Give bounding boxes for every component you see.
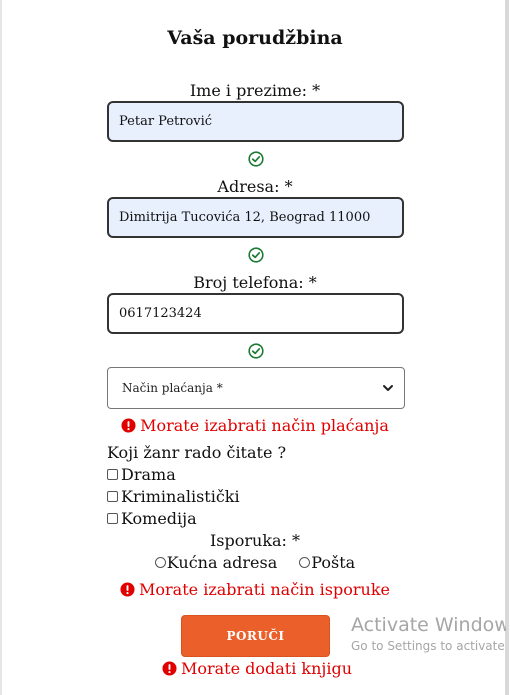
genre-checkbox-drama[interactable] (107, 469, 118, 480)
name-valid-check-icon (248, 151, 264, 167)
error-icon (162, 661, 177, 676)
delivery-label-home: Kućna adresa (166, 553, 278, 572)
delivery-option-home[interactable]: Kućna adresa (154, 553, 278, 572)
genre-option-comedy[interactable]: Komedija (107, 509, 197, 528)
error-icon (121, 418, 136, 433)
watermark-title: Activate Windows (351, 614, 506, 636)
phone-label: Broj telefona: * (193, 273, 317, 292)
genre-checkbox-crime[interactable] (107, 491, 118, 502)
genre-checkbox-comedy[interactable] (107, 513, 118, 524)
address-label: Adresa: * (217, 177, 293, 196)
delivery-radio-post[interactable] (299, 557, 311, 568)
payment-error-message: Morate izabrati način plaćanja (0, 416, 510, 435)
submit-error-message: Morate dodati knjigu (2, 659, 510, 678)
windows-activation-watermark: Activate Windows Go to Settings to activ… (351, 613, 506, 655)
genre-label-comedy: Komedija (121, 509, 197, 528)
address-valid-check-icon (248, 247, 264, 263)
page-title: Vaša porudžbina (167, 27, 343, 49)
error-icon (120, 582, 135, 597)
delivery-options: Kućna adresa Pošta (0, 553, 510, 572)
name-label: Ime i prezime: * (189, 81, 321, 100)
payment-method-selected-value: Način plaćanja * (122, 381, 223, 395)
delivery-label-post: Pošta (311, 553, 356, 572)
chevron-down-icon (383, 385, 393, 391)
delivery-error-text: Morate izabrati način isporuke (139, 580, 390, 599)
delivery-label: Isporuka: * (209, 531, 301, 550)
delivery-error-message: Morate izabrati način isporuke (0, 580, 510, 599)
submit-error-text: Morate dodati knjigu (180, 659, 353, 678)
address-input[interactable] (107, 197, 404, 238)
order-submit-button[interactable]: PORUČI (181, 615, 330, 657)
genre-label-drama: Drama (121, 465, 176, 484)
delivery-option-post[interactable]: Pošta (299, 553, 355, 572)
genre-option-crime[interactable]: Kriminalistički (107, 487, 240, 506)
payment-error-text: Morate izabrati način plaćanja (140, 416, 389, 435)
genre-option-drama[interactable]: Drama (107, 465, 176, 484)
phone-input[interactable] (107, 293, 404, 334)
payment-method-select[interactable]: Način plaćanja * (107, 367, 405, 409)
delivery-radio-home[interactable] (154, 557, 166, 568)
watermark-subtitle: Go to Settings to activate Windows. (351, 639, 506, 653)
genre-question: Koji žanr rado čitate ? (107, 443, 287, 462)
genre-label-crime: Kriminalistički (121, 487, 240, 506)
phone-valid-check-icon (248, 343, 264, 359)
name-input[interactable] (107, 101, 404, 142)
